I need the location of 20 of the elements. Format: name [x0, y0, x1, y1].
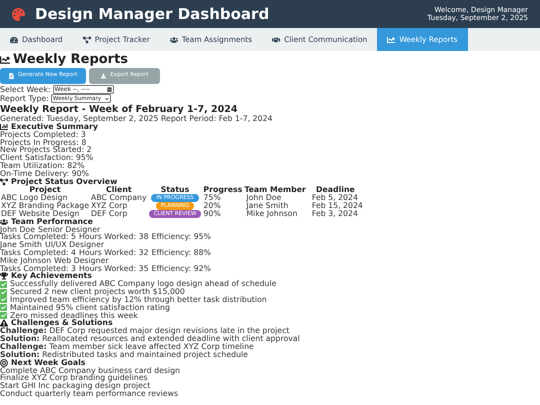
users-icon — [0, 218, 8, 226]
page-title: Weekly Reports — [13, 53, 128, 67]
caret-icon — [105, 96, 110, 100]
diagram-icon — [0, 178, 8, 186]
line-chart-icon — [387, 36, 396, 44]
palette-icon — [12, 8, 25, 20]
diagram-icon — [82, 36, 91, 44]
warning-icon — [0, 319, 8, 328]
report-title: Weekly Report - Week of February 1-7, 2024 — [0, 104, 238, 115]
trophy-icon — [0, 272, 8, 280]
download-icon — [101, 73, 106, 79]
document-icon — [9, 73, 14, 79]
handshake-icon — [272, 36, 280, 44]
calendar-icon — [106, 87, 112, 92]
users-icon — [170, 36, 178, 44]
bar-chart-icon — [0, 122, 8, 131]
target-icon — [0, 358, 8, 367]
app-title: Design Manager Dashboard — [35, 5, 270, 23]
line-chart-icon — [0, 55, 10, 65]
gauge-icon — [10, 36, 18, 44]
